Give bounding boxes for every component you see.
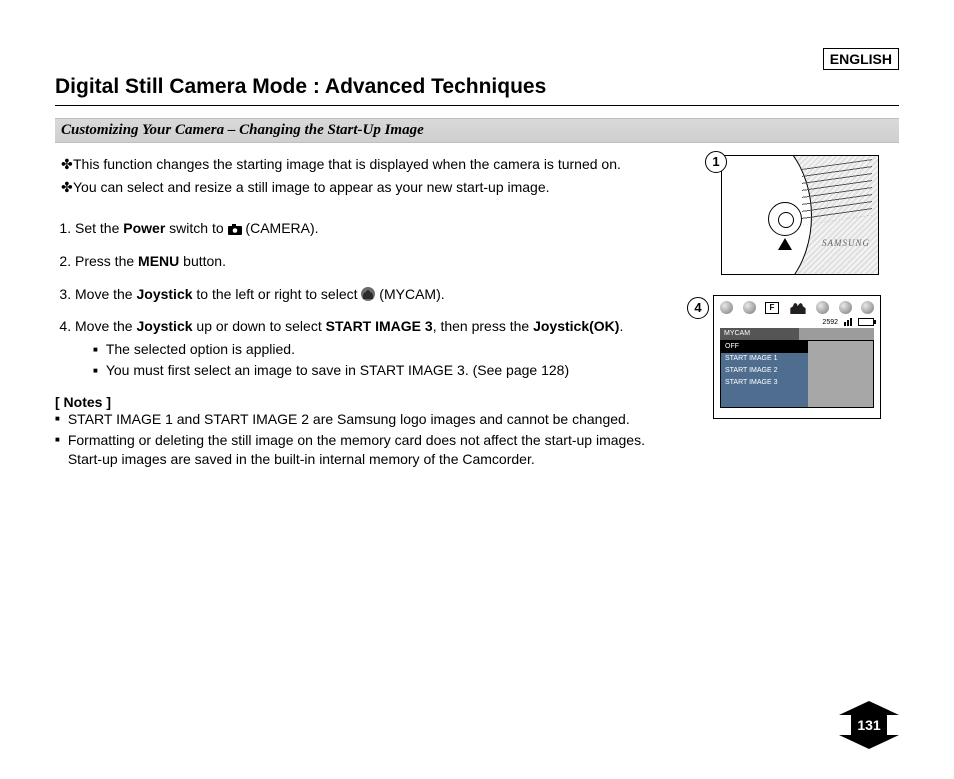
lcd-icon-row: F [720,301,874,314]
step-4: Move the Joystick up or down to select S… [75,317,679,380]
intro-line: You can select and resize a still image … [73,178,550,197]
step-3: Move the Joystick to the left or right t… [75,285,679,304]
lcd-status-row: 2592 [720,318,874,326]
step-1: Set the Power switch to (CAMERA). [75,219,679,238]
menu-item-start2: START IMAGE 2 [721,365,808,377]
lcd-menu-box: OFF START IMAGE 1 START IMAGE 2 START IM… [720,340,874,408]
lcd-screen: F 2592 MYCAM [713,295,881,419]
mode-dot-icon [743,301,756,314]
f-mode-icon: F [765,302,779,314]
note-item: START IMAGE 1 and START IMAGE 2 are Sams… [55,410,679,429]
mode-dot-icon [861,301,874,314]
power-dial-icon [768,202,802,236]
resolution-value: 2592 [822,319,838,326]
bullet-icon: ✤ [55,178,73,197]
menu-item-start1: START IMAGE 1 [721,353,808,365]
mycam-icon [361,287,375,301]
body-text-column: ✤This function changes the starting imag… [55,155,699,471]
battery-icon [858,318,874,326]
figure-4-lcd-menu: 4 F 2592 [691,295,881,419]
brand-text: SAMSUNG [822,238,870,248]
menu-item-off: OFF [721,341,808,353]
page-number: 131 [851,715,886,735]
section-subtitle: Customizing Your Camera – Changing the S… [55,118,899,143]
page-title: Digital Still Camera Mode : Advanced Tec… [55,75,899,99]
title-rule [55,105,899,106]
mode-dot-icon [839,301,852,314]
mycam-silhouette-icon [789,301,807,314]
signal-icon [844,318,852,326]
step-2: Press the MENU button. [75,252,679,271]
page-number-badge: 131 [839,701,899,749]
language-badge: ENGLISH [823,48,899,70]
menu-preview-area [808,341,873,407]
step-badge-4: 4 [687,297,709,319]
arrow-up-icon [778,238,792,250]
mode-dot-icon [816,301,829,314]
active-tab: MYCAM [720,328,799,340]
step-4-sub: You must first select an image to save i… [93,361,679,380]
step-4-sub: The selected option is applied. [93,340,679,359]
camera-icon [228,224,242,235]
bullet-icon: ✤ [55,155,73,174]
steps-list: Set the Power switch to (CAMERA). Press … [55,219,679,380]
intro-line: This function changes the starting image… [73,155,621,174]
figure-column: SAMSUNG 1 4 F [699,155,899,471]
inactive-tab-area [799,328,874,340]
manual-page: ENGLISH Digital Still Camera Mode : Adva… [0,0,954,779]
note-item: Formatting or deleting the still image o… [55,431,679,469]
menu-item-start3: START IMAGE 3 [721,377,808,389]
lcd-tab-bar: MYCAM [720,328,874,340]
figure-1-power-switch: SAMSUNG 1 [709,155,879,275]
mode-dot-icon [720,301,733,314]
notes-list: START IMAGE 1 and START IMAGE 2 are Sams… [55,410,679,469]
intro-block: ✤This function changes the starting imag… [55,155,679,197]
step-badge-1: 1 [705,151,727,173]
notes-heading: [ Notes ] [55,394,679,410]
